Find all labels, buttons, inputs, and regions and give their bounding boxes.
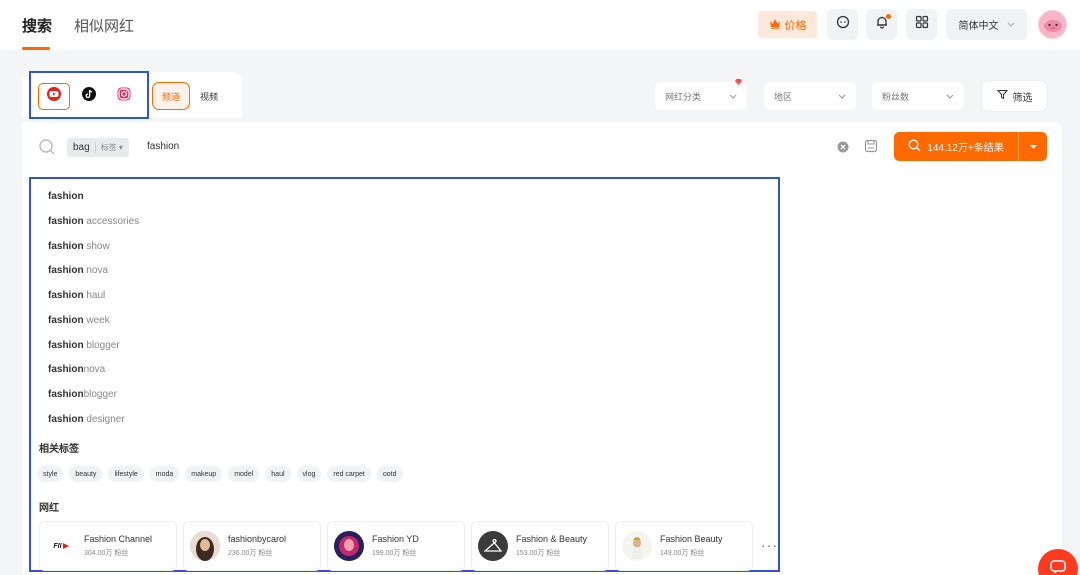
suggestion-item[interactable]: fashion blogger — [48, 340, 120, 351]
related-tags-list: style beauty lifestyle moda makeup model… — [37, 466, 403, 482]
results-dropdown-toggle[interactable] — [1019, 141, 1047, 152]
type-channel-button[interactable]: 频道 — [152, 82, 190, 110]
chat-bubble-icon — [836, 15, 850, 34]
influencer-logo: FII — [46, 531, 76, 561]
caret-down-icon — [1029, 141, 1037, 152]
influencer-fans: 304.00万 粉丝 — [84, 550, 129, 557]
influencer-avatar — [478, 531, 508, 561]
diamond-icon — [734, 78, 743, 88]
influencer-card[interactable]: fashionbycarol 236.00万 粉丝 — [183, 521, 321, 571]
message-button[interactable] — [827, 9, 858, 40]
crown-icon — [769, 18, 781, 32]
clear-icon[interactable] — [837, 140, 849, 158]
more-influencers-button[interactable]: ··· — [761, 537, 778, 553]
search-results-button[interactable]: 144.12万+条结果 — [894, 132, 1047, 161]
suggestion-item[interactable]: fashion nova — [48, 265, 108, 276]
influencer-name: Fashion & Beauty — [516, 534, 588, 544]
influencer-cards: FII Fashion Channel 304.00万 粉丝 fashionbyc… — [39, 521, 753, 571]
suggestion-item[interactable]: fashion week — [48, 315, 110, 326]
price-label: 价格 — [784, 19, 807, 32]
influencer-fans: 236.00万 粉丝 — [228, 550, 273, 557]
influencer-fans: 149.00万 粉丝 — [660, 550, 705, 557]
tag-pill[interactable]: style — [37, 466, 64, 482]
influencer-fans: 199.00万 粉丝 — [372, 550, 417, 557]
chevron-down-icon — [946, 91, 954, 101]
tag-pill[interactable]: makeup — [185, 466, 223, 482]
influencer-card[interactable]: FII Fashion Channel 304.00万 粉丝 — [39, 521, 177, 571]
tag-pill[interactable]: lifestyle — [108, 466, 144, 482]
price-button[interactable]: 价格 — [758, 11, 817, 38]
filter-label: 筛选 — [1012, 92, 1033, 104]
apps-button[interactable] — [906, 9, 937, 40]
chevron-down-icon — [1007, 19, 1015, 30]
suggestion-item[interactable]: fashion — [48, 191, 84, 202]
search-icon — [908, 138, 921, 155]
notification-button[interactable] — [866, 9, 897, 40]
related-tags-title: 相关标签 — [39, 444, 79, 455]
tag-pill[interactable]: red carpet — [327, 466, 371, 482]
category-select[interactable]: 网红分类 — [655, 79, 747, 110]
suggestion-item[interactable]: fashion show — [48, 241, 110, 252]
chevron-down-icon — [838, 91, 846, 101]
influencer-name: Fashion Beauty — [660, 534, 723, 544]
top-bar: 搜索 相似网红 价格 简体中文 — [0, 0, 1080, 50]
suggestion-item[interactable]: fashionnova — [48, 364, 105, 375]
tag-pill[interactable]: model — [228, 466, 260, 482]
tag-pill[interactable]: beauty — [69, 466, 103, 482]
suggestion-dropdown: fashion fashion accessories fashion show… — [29, 177, 780, 572]
influencer-card[interactable]: Fashion Beauty 149.00万 粉丝 — [615, 521, 753, 571]
tag-chip-type[interactable]: 标签 ▾ — [94, 142, 123, 153]
tag-pill[interactable]: vlog — [296, 466, 322, 482]
funnel-icon — [996, 89, 1008, 103]
influencer-card[interactable]: Fashion YD 199.00万 粉丝 — [327, 521, 465, 571]
influencer-logo-text: FII — [53, 542, 62, 550]
search-results-main[interactable]: 144.12万+条结果 — [894, 138, 1018, 155]
chat-support-button[interactable] — [1038, 549, 1078, 575]
tag-pill[interactable]: moda — [149, 466, 180, 482]
user-avatar[interactable] — [1038, 10, 1067, 39]
caret-down-icon: ▾ — [118, 143, 123, 152]
chat-icon — [1049, 559, 1067, 575]
chevron-down-icon — [729, 91, 737, 101]
tab-similar-influencers[interactable]: 相似网红 — [74, 15, 134, 36]
influencer-avatar — [622, 531, 652, 561]
search-input[interactable]: fashion — [147, 141, 179, 152]
type-video-button[interactable]: 视频 — [192, 82, 226, 110]
tab-search[interactable]: 搜索 — [22, 15, 52, 50]
language-label: 简体中文 — [958, 21, 999, 32]
tag-chip-value: bag — [73, 142, 90, 153]
filter-button[interactable]: 筛选 — [981, 80, 1048, 112]
language-select[interactable]: 简体中文 — [946, 9, 1027, 40]
tag-filter-chip[interactable]: bag 标签 ▾ — [67, 138, 129, 157]
save-icon[interactable] — [864, 139, 878, 158]
influencer-card[interactable]: Fashion & Beauty 153.00万 粉丝 — [471, 521, 609, 571]
followers-select-label: 粉丝数 — [882, 91, 910, 102]
category-select-label: 网红分类 — [665, 91, 702, 102]
region-select-label: 地区 — [774, 91, 793, 102]
influencer-name: Fashion YD — [372, 534, 419, 544]
result-count-label: 144.12万+条结果 — [927, 143, 1004, 154]
suggestion-item[interactable]: fashion designer — [48, 414, 125, 425]
influencers-title: 网红 — [39, 503, 59, 514]
tag-chip-type-label: 标签 — [100, 143, 117, 152]
influencer-avatar — [190, 531, 220, 561]
followers-select[interactable]: 粉丝数 — [872, 82, 964, 110]
grid-icon — [915, 15, 929, 34]
influencer-avatar — [334, 531, 364, 561]
suggestion-item[interactable]: fashionblogger — [48, 389, 117, 400]
suggestion-item[interactable]: fashion haul — [48, 290, 105, 301]
suggestion-item[interactable]: fashion accessories — [48, 216, 139, 227]
influencer-fans: 153.00万 粉丝 — [516, 550, 561, 557]
tag-pill[interactable]: ootd — [376, 466, 403, 482]
platform-highlight-outline — [29, 71, 149, 119]
influencer-name: fashionbycarol — [228, 534, 287, 544]
influencer-name: Fashion Channel — [84, 534, 153, 544]
tag-pill[interactable]: haul — [265, 466, 291, 482]
region-select[interactable]: 地区 — [764, 82, 856, 110]
search-icon — [38, 138, 56, 161]
notification-dot — [886, 14, 891, 19]
